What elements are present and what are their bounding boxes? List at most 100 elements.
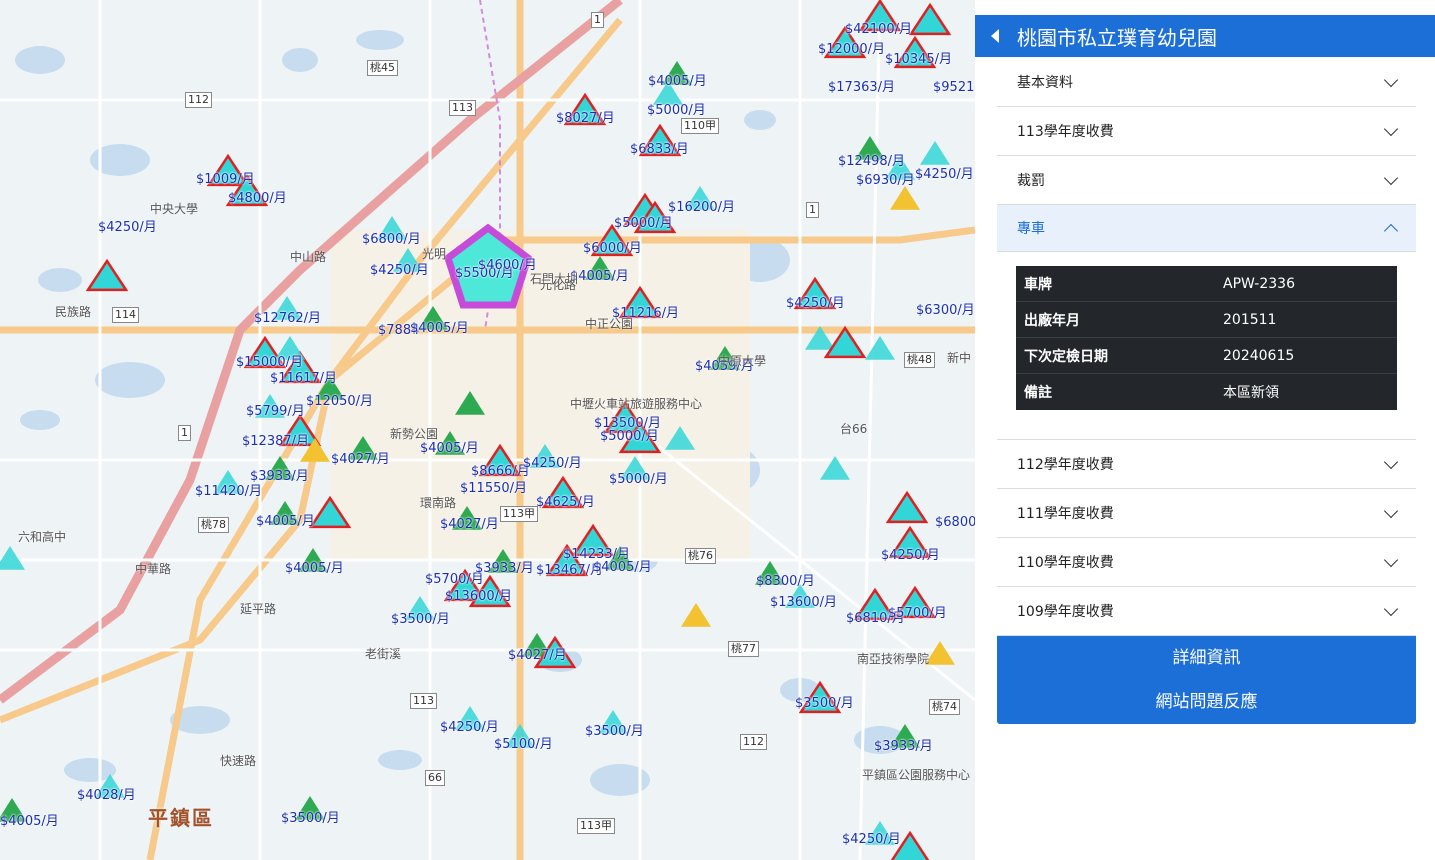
accordion-fee-109[interactable]: 109學年度收費 bbox=[997, 587, 1416, 636]
accordion-label: 112學年度收費 bbox=[1017, 457, 1114, 473]
school-marker[interactable] bbox=[920, 141, 950, 165]
price-label: $5700/月 bbox=[888, 606, 947, 621]
school-bus-details: 車牌 APW-2336 出廠年月 201511 下次定檢日期 20240615 … bbox=[997, 252, 1416, 440]
place-label: 光明 bbox=[422, 247, 447, 261]
price-label: $11617/月 bbox=[270, 371, 338, 386]
price-label: $5000/月 bbox=[600, 429, 659, 444]
road-shield: 桃74 bbox=[929, 699, 960, 715]
price-label: $4250/月 bbox=[370, 263, 429, 278]
place-label: 中正公園 bbox=[585, 317, 634, 331]
chevron-down-icon bbox=[1383, 72, 1399, 87]
vehicle-table: 車牌 APW-2336 出廠年月 201511 下次定檢日期 20240615 … bbox=[1016, 266, 1397, 410]
price-label: $13600/月 bbox=[770, 595, 838, 610]
price-label: $4005/月 bbox=[593, 560, 652, 575]
feedback-button[interactable]: 網站問題反應 bbox=[997, 680, 1416, 724]
price-label: $4005/月 bbox=[0, 814, 59, 829]
accordion-school-bus[interactable]: 專車 bbox=[997, 205, 1416, 252]
price-label: $8300/月 bbox=[756, 574, 815, 589]
back-arrow-icon[interactable] bbox=[991, 29, 999, 43]
school-marker[interactable] bbox=[85, 258, 129, 292]
vehicle-key: 下次定檢日期 bbox=[1024, 348, 1108, 365]
district-label: 平鎮區 bbox=[148, 806, 214, 830]
price-label: $5000/月 bbox=[614, 216, 673, 231]
price-label: $4250/月 bbox=[842, 832, 901, 847]
price-label: $6800/月 bbox=[362, 232, 421, 247]
accordion-fee-111[interactable]: 111學年度收費 bbox=[997, 489, 1416, 538]
price-label: $4250/月 bbox=[915, 167, 974, 182]
chevron-down-icon bbox=[1383, 454, 1399, 469]
app-root: $42100/月 $12000/月 $10345/月 $9521 $4005/月 $500… bbox=[0, 0, 1435, 860]
price-label: $12050/月 bbox=[306, 394, 374, 409]
accordion-penalty[interactable]: 裁罰 bbox=[997, 156, 1416, 205]
accordion-label: 110學年度收費 bbox=[1017, 555, 1114, 571]
price-label: $4250/月 bbox=[523, 456, 582, 471]
info-panel: 桃園市私立璞育幼兒園 基本資料 113學年度收費 裁罰 專車 車牌 APW-23… bbox=[975, 0, 1435, 860]
price-label: $3933/月 bbox=[475, 561, 534, 576]
chevron-down-icon bbox=[1383, 503, 1399, 518]
road-label: 民族路 bbox=[55, 305, 92, 319]
school-marker[interactable] bbox=[908, 2, 952, 36]
school-marker[interactable] bbox=[925, 641, 955, 665]
vehicle-value: APW-2336 bbox=[1223, 275, 1295, 292]
accordion-label: 109學年度收費 bbox=[1017, 604, 1114, 620]
price-label: $4027/月 bbox=[331, 452, 390, 467]
place-label: 六和高中 bbox=[18, 530, 67, 544]
price-label: $4625/月 bbox=[536, 495, 595, 510]
price-label: $4800/月 bbox=[228, 191, 287, 206]
school-marker[interactable] bbox=[865, 336, 895, 360]
road-shield: 113 bbox=[449, 100, 476, 116]
road-label: 中山路 bbox=[290, 250, 327, 264]
chevron-down-icon bbox=[1383, 552, 1399, 567]
price-label: $13600/月 bbox=[445, 589, 513, 604]
road-label: 環南路 bbox=[420, 496, 457, 510]
price-label: $3500/月 bbox=[391, 612, 450, 627]
vehicle-key: 備註 bbox=[1024, 385, 1052, 401]
price-label: $12762/月 bbox=[254, 311, 322, 326]
accordion-basic-info[interactable]: 基本資料 bbox=[997, 58, 1416, 107]
road-shield: 110甲 bbox=[681, 118, 719, 134]
detail-info-button[interactable]: 詳細資訊 bbox=[997, 636, 1416, 680]
road-shield: 桃45 bbox=[367, 60, 398, 76]
price-label: $4250/月 bbox=[881, 548, 940, 563]
price-label: $4005/月 bbox=[570, 269, 629, 284]
accordion-fee-110[interactable]: 110學年度收費 bbox=[997, 538, 1416, 587]
accordion-label: 111學年度收費 bbox=[1017, 506, 1114, 522]
school-marker[interactable] bbox=[885, 490, 929, 524]
accordion-label: 專車 bbox=[1017, 221, 1045, 237]
road-shield: 1 bbox=[178, 425, 191, 441]
school-marker[interactable] bbox=[0, 546, 25, 570]
chevron-down-icon bbox=[1383, 170, 1399, 185]
price-label: $5000/月 bbox=[647, 103, 706, 118]
vehicle-key: 出廠年月 bbox=[1024, 312, 1080, 329]
place-label: 南亞技術學院 bbox=[857, 652, 930, 666]
price-label: $4250/月 bbox=[98, 220, 157, 235]
price-label: $17363/月 bbox=[828, 80, 896, 95]
accordion-fee-113[interactable]: 113學年度收費 bbox=[997, 107, 1416, 156]
price-label: $5000/月 bbox=[609, 472, 668, 487]
action-buttons: 詳細資訊 網站問題反應 bbox=[997, 636, 1416, 724]
vehicle-row-plate: 車牌 APW-2336 bbox=[1016, 266, 1397, 302]
map-view[interactable]: $42100/月 $12000/月 $10345/月 $9521 $4005/月 $500… bbox=[0, 0, 975, 860]
price-label: $4600/月 bbox=[478, 258, 537, 273]
road-shield: 112 bbox=[740, 734, 767, 750]
road-shield: 桃77 bbox=[728, 641, 759, 657]
road-shield: 112 bbox=[185, 92, 212, 108]
road-shield: 桃78 bbox=[198, 517, 229, 533]
panel-title: 桃園市私立璞育幼兒園 bbox=[1017, 25, 1217, 50]
price-label: $5799/月 bbox=[246, 404, 305, 419]
price-label: $3500/月 bbox=[795, 696, 854, 711]
accordion-fee-112[interactable]: 112學年度收費 bbox=[997, 440, 1416, 489]
price-label: $12000/月 bbox=[818, 42, 886, 57]
chevron-up-icon bbox=[1383, 223, 1399, 238]
price-label: $4005/月 bbox=[256, 514, 315, 529]
road-shield: 1 bbox=[806, 202, 819, 218]
school-marker[interactable] bbox=[681, 603, 711, 627]
road-label: 延平路 bbox=[240, 602, 277, 616]
price-label: $16200/月 bbox=[668, 200, 736, 215]
school-marker[interactable] bbox=[890, 186, 920, 210]
price-label: $4250/月 bbox=[440, 720, 499, 735]
price-label: $1009/月 bbox=[196, 172, 255, 187]
road-label: 中華路 bbox=[135, 562, 172, 576]
price-label: $4027/月 bbox=[440, 517, 499, 532]
road-label: 元化路 bbox=[540, 278, 577, 292]
